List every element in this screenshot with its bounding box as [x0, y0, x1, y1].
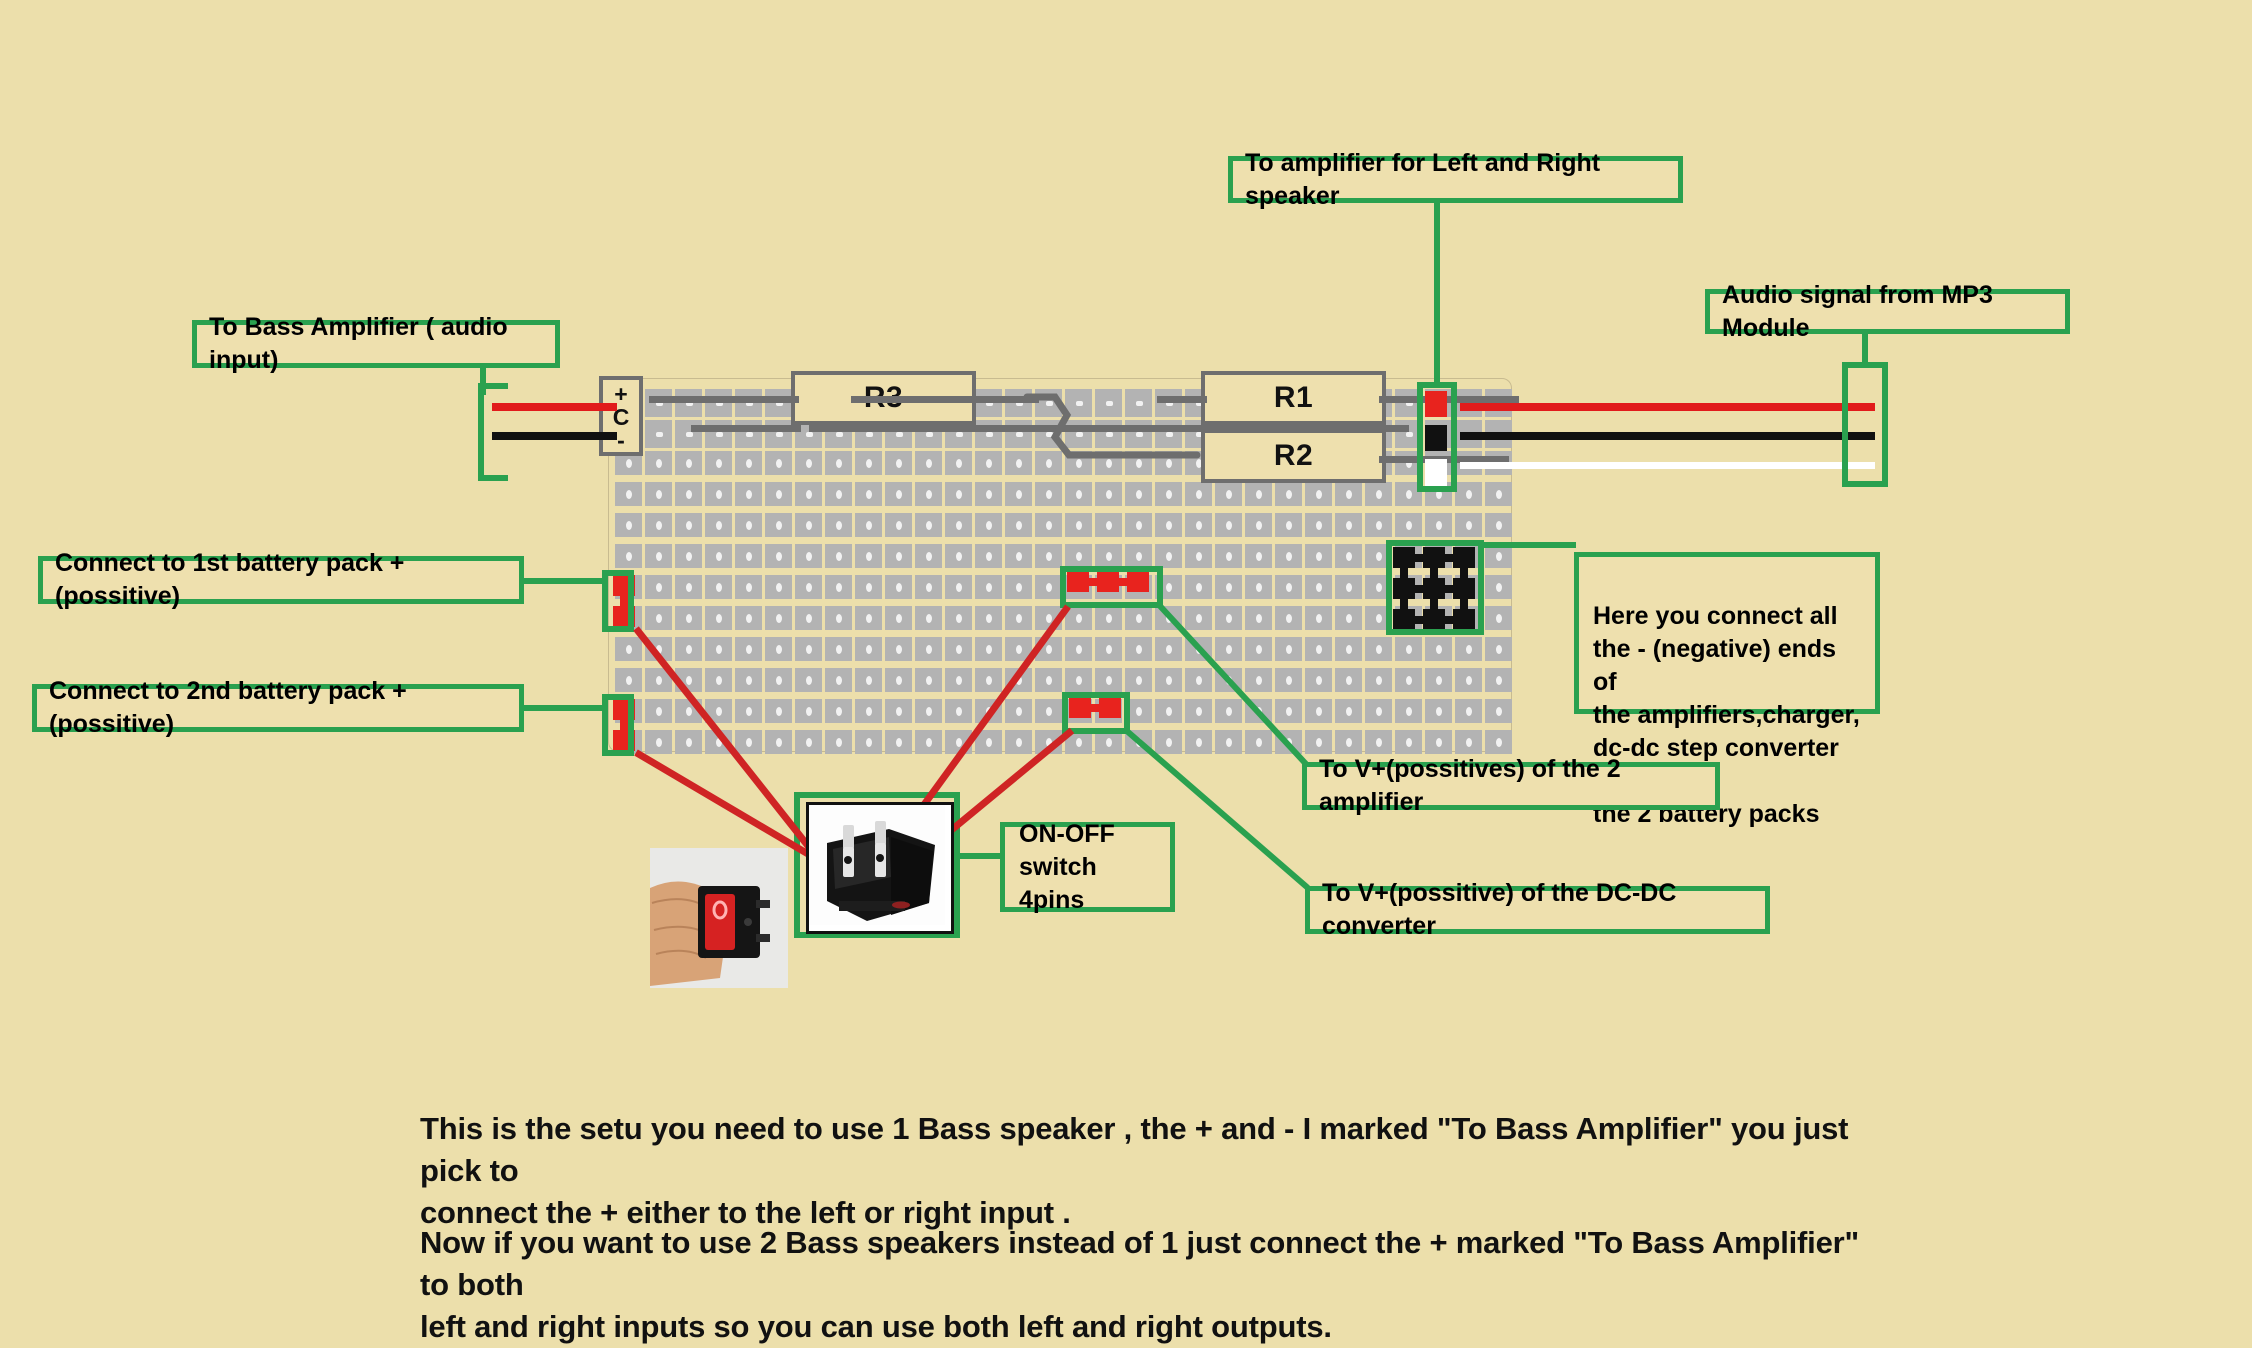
callout-mp3-module: Audio signal from MP3 Module	[1705, 281, 2070, 342]
callout-onoff-switch: ON-OFF switch 4pins	[1000, 820, 1175, 914]
wire-bass-amp-negative	[492, 432, 617, 440]
paragraph-two-line-two: left and right inputs so you can use bot…	[420, 1308, 1332, 1344]
leader-battery2	[520, 705, 606, 711]
callout-vplus-amplifiers: To V+(possitives) of the 2 amplifier	[1302, 755, 1720, 816]
paragraph-two-line-one: Now if you want to use 2 Bass speakers i…	[420, 1225, 1859, 1302]
amp-vplus-jumper-bracket	[1060, 566, 1163, 608]
callout-battery-pack-1: Connect to 1st battery pack +(possitive)	[38, 549, 524, 610]
callout-battery-pack-1-label: Connect to 1st battery pack +(possitive)	[55, 549, 405, 610]
capacitor-c: + C -	[599, 376, 643, 456]
leader-battery1	[520, 578, 606, 584]
callout-amplifier-left-right-label: To amplifier for Left and Right speaker	[1245, 148, 1601, 210]
dcdc-vplus-jumper-bracket	[1062, 692, 1130, 734]
component-lead-wire	[851, 396, 971, 403]
wire-bass-amp-positive	[492, 403, 617, 411]
wire-mp3-ground	[1460, 432, 1875, 440]
callout-bass-amplifier-input-label: To Bass Amplifier ( audio input)	[209, 313, 508, 374]
resistor-r1: R1	[1201, 371, 1386, 425]
battery2-jumper-bracket	[602, 694, 634, 756]
component-lead-wire	[691, 425, 801, 432]
negative-bus-bracket	[1386, 540, 1484, 635]
photo-switch-4pins	[806, 802, 954, 934]
callout-vplus-dcdc-label: To V+(possitive) of the DC-DC converter	[1322, 879, 1677, 940]
wire-mp3-positive	[1460, 403, 1875, 411]
callout-battery-pack-2: Connect to 2nd battery pack +(possitive)	[32, 677, 524, 738]
resistor-r2: R2	[1201, 429, 1386, 483]
mp3-terminal-bracket	[1842, 362, 1888, 487]
component-lead-wire	[1157, 396, 1207, 403]
resistor-r1-label: R1	[1273, 381, 1314, 414]
callout-onoff-switch-label: ON-OFF switch 4pins	[1019, 819, 1115, 914]
capacitor-minus-label: -	[617, 427, 625, 453]
callout-bass-amplifier-input: To Bass Amplifier ( audio input)	[192, 313, 560, 374]
resistor-r2-label: R2	[1273, 439, 1314, 472]
callout-negative-bus: Here you connect all the - (negative) en…	[1574, 552, 1880, 828]
leader-negative-bus	[1480, 542, 1576, 548]
paragraph-one: This is the setu you need to use 1 Bass …	[420, 1108, 1870, 1234]
callout-amplifier-left-right: To amplifier for Left and Right speaker	[1228, 149, 1683, 210]
wire-mp3-signal	[1460, 462, 1875, 469]
callout-mp3-module-label: Audio signal from MP3 Module	[1722, 280, 1993, 342]
callout-battery-pack-2-label: Connect to 2nd battery pack +(possitive)	[49, 677, 407, 738]
leader-amp-lr	[1434, 190, 1440, 385]
amp-lr-terminal-bracket	[1417, 382, 1457, 492]
component-lead-wire	[649, 396, 799, 403]
callout-vplus-amplifiers-label: To V+(possitives) of the 2 amplifier	[1319, 755, 1621, 816]
paragraph-two: Now if you want to use 2 Bass speakers i…	[420, 1222, 1870, 1348]
diagram-canvas: + C - R3 R1 R2	[0, 0, 2252, 1344]
photo-hand-holding-switch	[650, 848, 788, 988]
breadboard: + C - R3 R1 R2	[599, 371, 1519, 754]
bass-amp-terminal-bracket	[478, 383, 508, 481]
paragraph-one-line-one: This is the setu you need to use 1 Bass …	[420, 1111, 1849, 1188]
jumper-kinked-wire	[1023, 393, 1201, 459]
battery1-jumper-bracket	[602, 570, 634, 632]
callout-vplus-dcdc: To V+(possitive) of the DC-DC converter	[1305, 879, 1770, 940]
